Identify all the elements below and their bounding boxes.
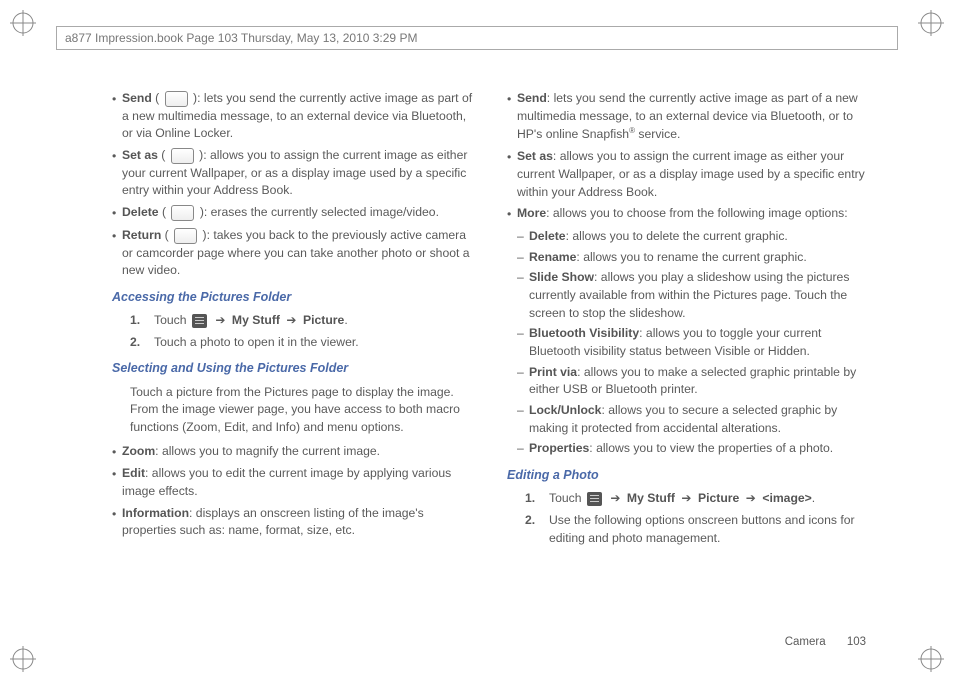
- heading-editing: Editing a Photo: [507, 466, 874, 484]
- sub-bt-visibility: –Bluetooth Visibility: allows you to tog…: [517, 325, 874, 360]
- bullet-more: • More: allows you to choose from the fo…: [507, 205, 874, 224]
- send-icon: [165, 91, 188, 107]
- menu-icon: [192, 314, 207, 328]
- footer-section: Camera: [785, 636, 826, 648]
- bullet-return: • Return ( ): takes you back to the prev…: [112, 227, 479, 280]
- sub-rename: –Rename: allows you to rename the curren…: [517, 249, 874, 267]
- menu-icon: [587, 492, 602, 506]
- right-column: • Send: lets you send the currently acti…: [507, 90, 874, 618]
- sub-delete: –Delete: allows you to delete the curren…: [517, 228, 874, 246]
- heading-selecting: Selecting and Using the Pictures Folder: [112, 359, 479, 377]
- paragraph: Touch a picture from the Pictures page t…: [130, 384, 479, 437]
- step-2: 2. Touch a photo to open it in the viewe…: [130, 334, 479, 352]
- bullet-set-as: • Set as ( ): allows you to assign the c…: [112, 147, 479, 200]
- delete-icon: [171, 205, 194, 221]
- sub-lock-unlock: –Lock/Unlock: allows you to secure a sel…: [517, 402, 874, 437]
- bullet-send: • Send ( ): lets you send the currently …: [112, 90, 479, 143]
- bullet-edit: • Edit: allows you to edit the current i…: [112, 465, 479, 500]
- left-column: • Send ( ): lets you send the currently …: [112, 90, 479, 618]
- bullet-zoom: • Zoom: allows you to magnify the curren…: [112, 443, 479, 462]
- sub-properties: –Properties: allows you to view the prop…: [517, 440, 874, 458]
- set-as-icon: [171, 148, 194, 164]
- page-footer: Camera 103: [785, 636, 866, 648]
- page-content: • Send ( ): lets you send the currently …: [112, 90, 874, 618]
- step-1-r: 1. Touch ➔ My Stuff ➔ Picture ➔ <image>.: [525, 490, 874, 508]
- heading-accessing: Accessing the Pictures Folder: [112, 288, 479, 306]
- step-1: 1. Touch ➔ My Stuff ➔ Picture.: [130, 312, 479, 330]
- page-header: a877 Impression.book Page 103 Thursday, …: [56, 26, 898, 50]
- bullet-delete: • Delete ( ): erases the currently selec…: [112, 204, 479, 223]
- bullet-information: • Information: displays an onscreen list…: [112, 505, 479, 540]
- crop-mark-icon: [918, 10, 944, 36]
- crop-mark-icon: [918, 646, 944, 672]
- footer-page: 103: [847, 636, 866, 648]
- bullet-send-r: • Send: lets you send the currently acti…: [507, 90, 874, 144]
- crop-mark-icon: [10, 646, 36, 672]
- sub-slideshow: –Slide Show: allows you play a slideshow…: [517, 269, 874, 322]
- return-icon: [174, 228, 197, 244]
- step-2-r: 2. Use the following options onscreen bu…: [525, 512, 874, 547]
- sub-print-via: –Print via: allows you to make a selecte…: [517, 364, 874, 399]
- bullet-set-as-r: • Set as: allows you to assign the curre…: [507, 148, 874, 201]
- crop-mark-icon: [10, 10, 36, 36]
